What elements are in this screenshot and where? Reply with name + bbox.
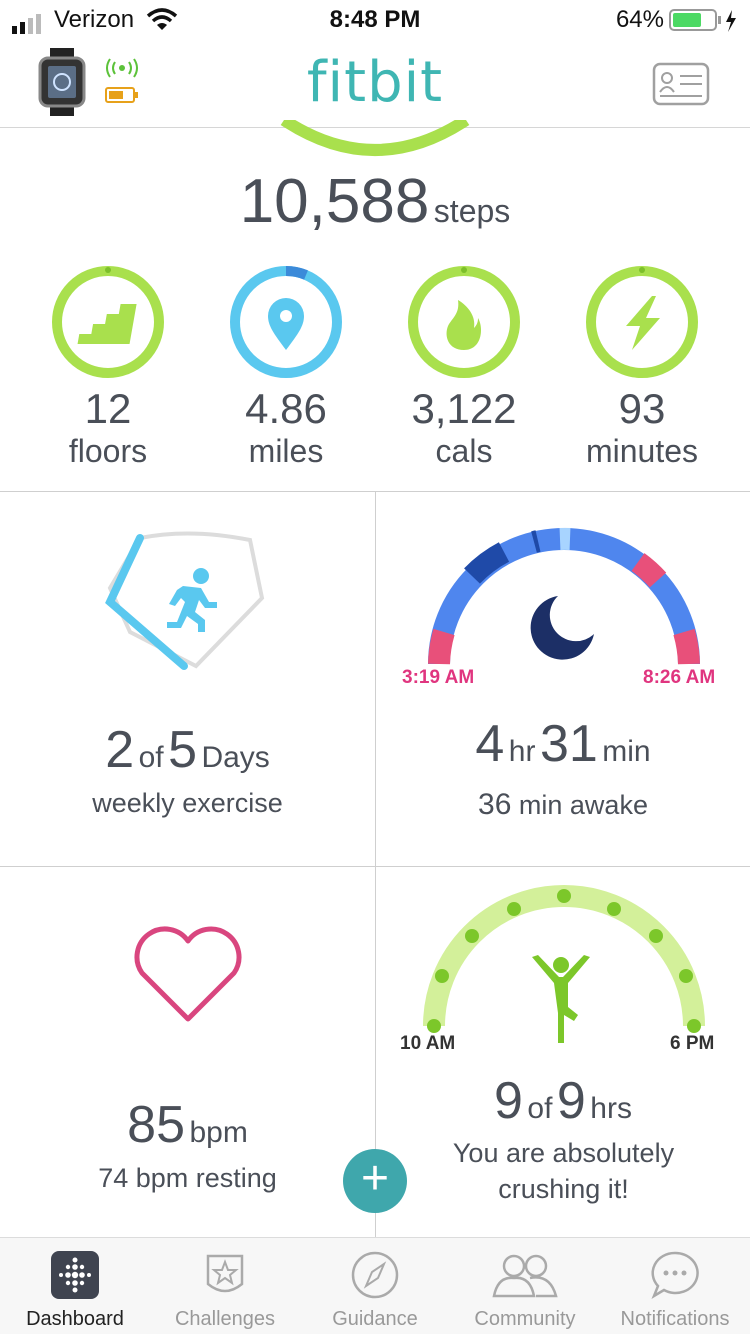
flame-icon — [408, 266, 520, 378]
exercise-summary: 2 of 5 Days — [105, 721, 270, 779]
stat-active-minutes[interactable]: 93 minutes — [552, 262, 732, 470]
steps-value: 10,588 — [239, 167, 430, 236]
minutes-value: 93 — [618, 385, 666, 432]
battery-icon — [669, 9, 736, 32]
battery-percent: 64% — [615, 6, 664, 33]
hourly-end-time: 6 PM — [670, 1033, 715, 1054]
tab-community[interactable]: Community — [450, 1238, 600, 1334]
hourly-start-time: 10 AM — [400, 1033, 456, 1054]
status-bar: Verizon 8:48 PM 64% — [0, 0, 750, 40]
heart-rate-tile[interactable]: 85 bpm 74 bpm resting — [0, 867, 376, 1238]
calories-label: cals — [435, 433, 493, 469]
tab-notifications[interactable]: Notifications — [600, 1238, 750, 1334]
lightning-icon — [586, 266, 698, 378]
location-pin-icon — [230, 265, 342, 378]
add-button[interactable]: + — [343, 1149, 407, 1213]
calories-value: 3,122 — [411, 385, 517, 432]
floors-label: floors — [68, 433, 148, 469]
heart-rate-current: 85 bpm — [127, 1096, 248, 1154]
hourly-summary: 9 of 9 hrs — [494, 1072, 632, 1130]
dashboard-tiles: 2 of 5 Days weekly exercise 3:19 AM 8:26… — [0, 491, 750, 1238]
steps-count: 10,588 steps — [0, 166, 750, 237]
stat-miles[interactable]: 4.86 miles — [196, 262, 376, 470]
people-icon — [492, 1254, 558, 1298]
id-card-icon[interactable] — [652, 62, 712, 108]
miles-value: 4.86 — [245, 385, 327, 432]
hourly-activity-tile[interactable]: 10 AM 6 PM 9 of 9 hrs You are absolutely… — [375, 867, 750, 1238]
stairs-icon — [52, 266, 164, 378]
chat-bubble-icon — [651, 1251, 699, 1299]
exercise-label: weekly exercise — [92, 788, 283, 818]
floors-value: 12 — [84, 385, 132, 432]
sleep-duration: 4 hr 31 min — [475, 715, 651, 773]
compass-icon — [351, 1251, 399, 1299]
stats-row: 12 floors 4.86 miles 3,122 cals 93 minut… — [0, 262, 750, 482]
tab-dashboard[interactable]: Dashboard — [0, 1238, 150, 1334]
sleep-tile[interactable]: 3:19 AM 8:26 AM 4 hr 31 min 36 min awake — [375, 492, 750, 867]
app-header: fitbit — [0, 40, 750, 128]
tab-guidance[interactable]: Guidance — [300, 1238, 450, 1334]
sleep-end-time: 8:26 AM — [643, 667, 716, 688]
tab-bar: Dashboard Challenges Guidance Community … — [0, 1237, 750, 1334]
sleep-start-time: 3:19 AM — [402, 667, 475, 688]
steps-section[interactable]: 10,588 steps — [0, 120, 750, 248]
runner-icon — [167, 568, 217, 632]
exercise-tile[interactable]: 2 of 5 Days weekly exercise — [0, 492, 376, 867]
minutes-label: minutes — [585, 433, 699, 469]
heart-rate-resting: 74 bpm resting — [98, 1163, 277, 1193]
fitbit-logo: fitbit — [306, 50, 444, 115]
hourly-message: You are absolutely crushing it! — [452, 1138, 675, 1204]
stat-floors[interactable]: 12 floors — [18, 262, 198, 470]
moon-icon — [530, 596, 594, 660]
star-badge-icon — [206, 1254, 244, 1293]
dashboard-icon — [51, 1251, 99, 1299]
sleep-awake: 36 min awake — [478, 788, 648, 821]
tab-challenges[interactable]: Challenges — [150, 1238, 300, 1334]
yoga-figure-icon — [532, 955, 590, 1043]
steps-progress-ring — [280, 120, 470, 156]
steps-unit: steps — [433, 193, 511, 229]
heart-icon — [134, 926, 242, 1022]
miles-label: miles — [248, 433, 324, 469]
stat-calories[interactable]: 3,122 cals — [374, 262, 554, 470]
